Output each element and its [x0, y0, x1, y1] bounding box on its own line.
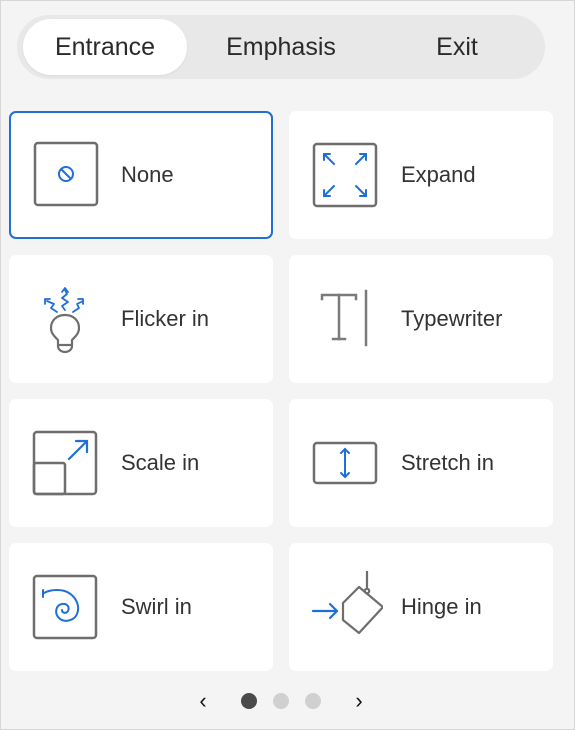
animation-option-none[interactable]: None	[9, 111, 273, 239]
pagination: ‹ ›	[1, 685, 575, 717]
animation-label: Swirl in	[121, 594, 192, 619]
page-dot-2[interactable]	[273, 693, 289, 709]
animation-option-flicker-in[interactable]: Flicker in	[9, 255, 273, 383]
scale-icon	[31, 427, 103, 499]
animation-label: Expand	[401, 162, 476, 187]
swirl-icon	[31, 571, 103, 643]
tab-exit[interactable]: Exit	[377, 19, 537, 75]
tab-emphasis[interactable]: Emphasis	[193, 19, 369, 75]
page-dot-3[interactable]	[305, 693, 321, 709]
previous-page-button[interactable]: ‹	[191, 685, 215, 717]
animation-option-expand[interactable]: Expand	[289, 111, 553, 239]
animation-label: Stretch in	[401, 450, 494, 475]
animation-option-typewriter[interactable]: Typewriter	[289, 255, 553, 383]
animation-label: None	[121, 162, 174, 187]
none-icon	[31, 139, 103, 211]
next-page-button[interactable]: ›	[347, 685, 371, 717]
animation-label: Scale in	[121, 450, 200, 475]
hinge-icon	[311, 571, 383, 643]
animation-option-stretch-in[interactable]: Stretch in	[289, 399, 553, 527]
animation-label: Hinge in	[401, 594, 482, 619]
animation-panel: Entrance Emphasis Exit None Expand Flick…	[0, 0, 575, 730]
stretch-icon	[311, 427, 383, 499]
page-dot-1[interactable]	[241, 693, 257, 709]
text-cursor-icon	[311, 283, 383, 355]
lightbulb-icon	[31, 283, 103, 355]
animation-option-scale-in[interactable]: Scale in	[9, 399, 273, 527]
expand-icon	[311, 139, 383, 211]
animation-type-tabs: Entrance Emphasis Exit	[17, 15, 545, 79]
tab-entrance[interactable]: Entrance	[23, 19, 187, 75]
animation-option-hinge-in[interactable]: Hinge in	[289, 543, 553, 671]
animation-option-swirl-in[interactable]: Swirl in	[9, 543, 273, 671]
animation-label: Flicker in	[121, 306, 210, 331]
animation-label: Typewriter	[401, 306, 503, 331]
